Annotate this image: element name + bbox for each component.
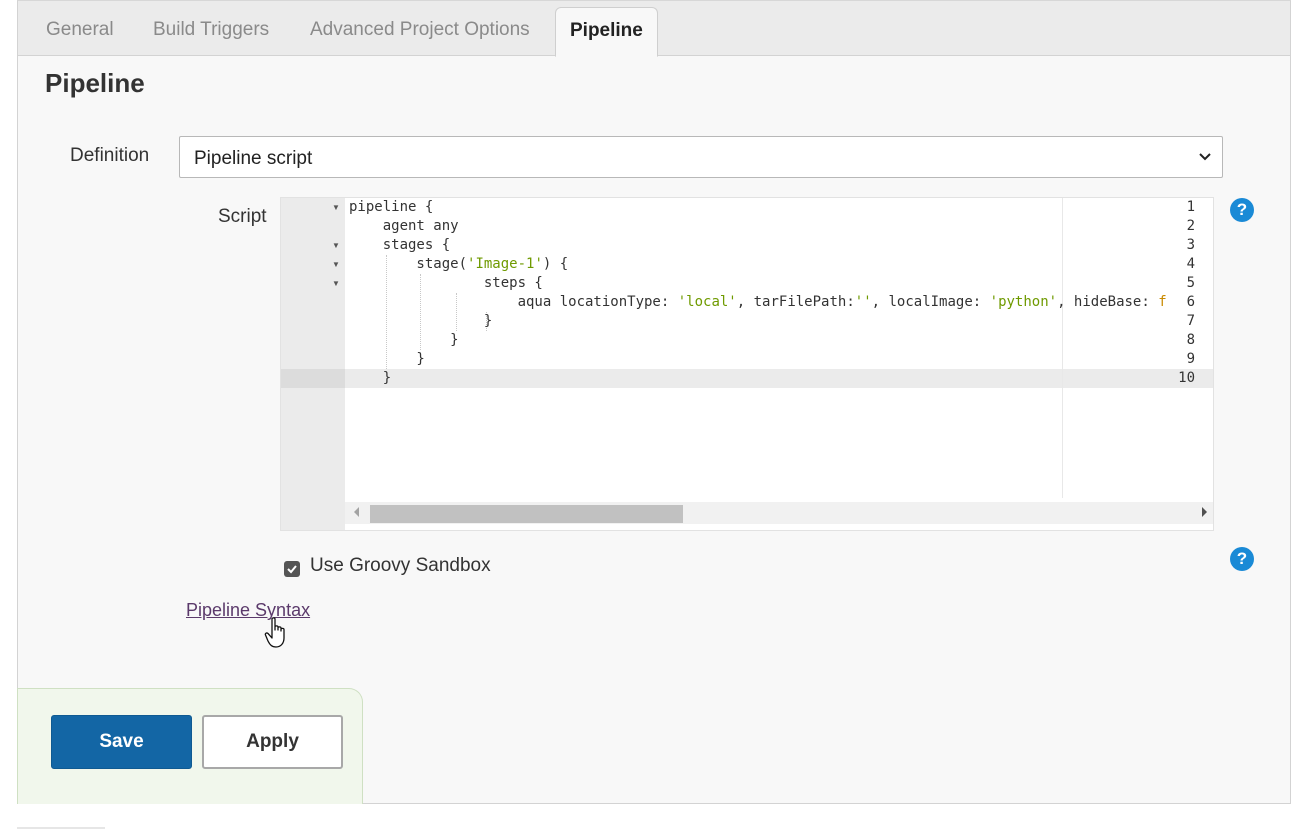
chevron-down-icon [1199,153,1211,161]
horizontal-scrollbar[interactable] [345,502,1213,524]
definition-select[interactable]: Pipeline script [179,136,1223,178]
checkmark-icon [287,565,297,574]
fold-arrow-icon[interactable]: ▼ [332,198,340,217]
active-line-highlight [345,369,1213,388]
hand-cursor-icon [264,617,285,648]
line-number: 1 [1186,199,1195,215]
script-label: Script [218,206,267,227]
active-line-gutter [281,369,345,388]
tab-build-triggers[interactable]: Build Triggers [153,19,269,41]
line-number: 4 [1186,256,1195,272]
line-number: 7 [1186,313,1195,329]
fold-arrow-icon[interactable]: ▼ [332,236,340,255]
line-number: 8 [1186,332,1195,348]
groovy-sandbox-checkbox[interactable] [284,561,300,577]
code-line: stages { [349,237,451,253]
sandbox-help-icon[interactable]: ? [1230,547,1254,571]
code-line: } [349,313,493,329]
section-title: Pipeline [45,68,145,98]
code-line: } [349,351,425,367]
code-line: pipeline { [349,199,434,215]
scrollbar-thumb[interactable] [370,505,683,523]
code-line: } [349,370,392,386]
line-number: 5 [1186,275,1195,291]
tab-general[interactable]: General [46,19,114,41]
script-editor[interactable]: 1 2 3 4 5 6 7 8 9 10 ▼ ▼ ▼ ▼ pipeline { … [280,197,1214,531]
code-line: aqua locationType: 'local', tarFilePath:… [349,294,1167,310]
code-line: agent any [349,218,459,234]
print-margin [1062,198,1063,498]
fold-arrow-icon[interactable]: ▼ [332,274,340,293]
script-help-icon[interactable]: ? [1230,198,1254,222]
line-number: 2 [1186,218,1195,234]
tab-bar: General Build Triggers Advanced Project … [17,0,1291,57]
code-line: steps { [349,275,543,291]
code-line: } [349,332,459,348]
line-number: 10 [1178,370,1195,386]
apply-button[interactable]: Apply [202,715,343,769]
definition-selected-value: Pipeline script [194,148,313,169]
groovy-sandbox-label[interactable]: Use Groovy Sandbox [310,555,491,577]
line-number: 3 [1186,237,1195,253]
tab-pipeline[interactable]: Pipeline [555,7,658,57]
definition-label: Definition [70,145,150,166]
save-button[interactable]: Save [51,715,192,769]
line-number: 9 [1186,351,1195,367]
page: General Build Triggers Advanced Project … [0,0,1308,829]
fold-arrow-icon[interactable]: ▼ [332,255,340,274]
scroll-left-arrow-icon[interactable] [354,507,359,517]
scroll-right-arrow-icon[interactable] [1202,507,1207,517]
code-line: stage('Image-1') { [349,256,569,272]
tab-advanced-project-options[interactable]: Advanced Project Options [310,19,530,41]
